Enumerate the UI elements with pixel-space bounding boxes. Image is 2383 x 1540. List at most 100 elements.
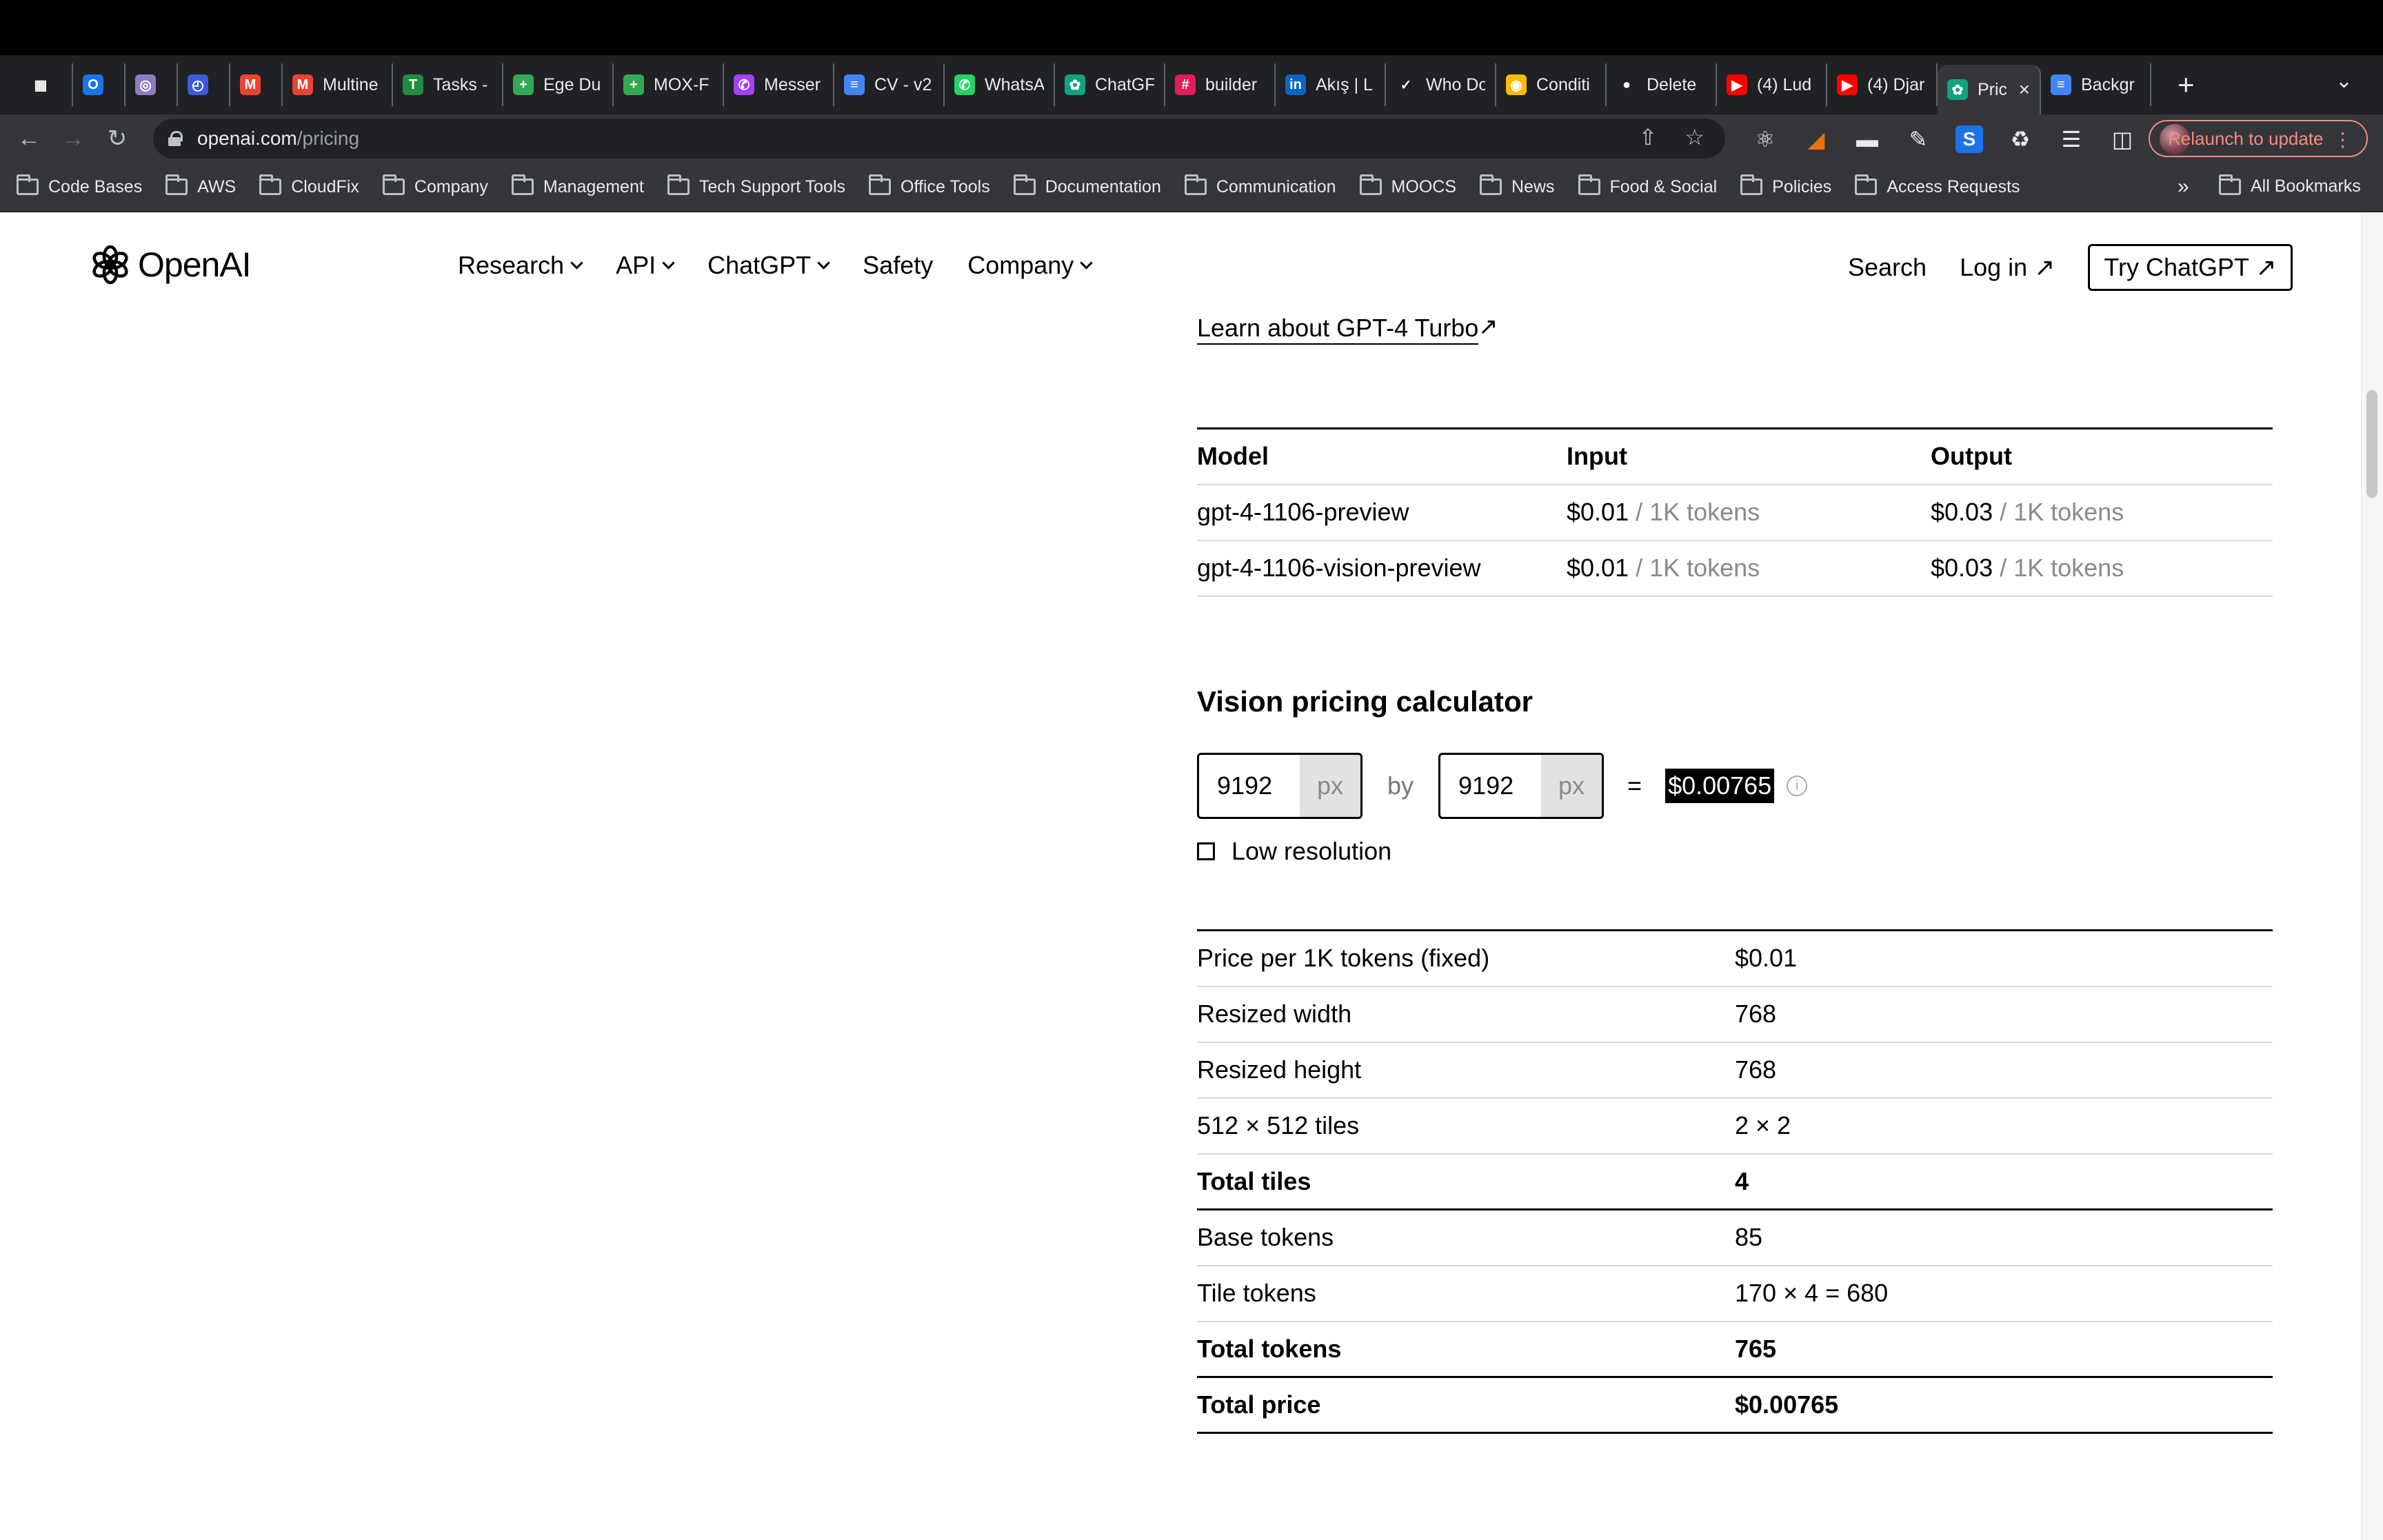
bookmark-label: MOOCS [1391, 176, 1456, 196]
bookmark-folder[interactable]: Food & Social [1578, 174, 1717, 197]
close-tab-icon[interactable]: × [2019, 79, 2030, 101]
info-icon[interactable]: i [1787, 776, 1808, 796]
browser-tab[interactable]: # builder [1165, 63, 1276, 106]
bookmark-folder[interactable]: MOOCS [1359, 174, 1456, 197]
tab-label: Multine [323, 74, 379, 94]
browser-tab[interactable]: T Tasks - [393, 63, 503, 106]
tab-label: CV - v2 [874, 74, 932, 94]
browser-tab[interactable]: ● Delete [1607, 63, 1717, 106]
bookmark-folder[interactable]: Communication [1184, 174, 1336, 197]
menu-safety[interactable]: Safety [863, 251, 933, 280]
github-icon: ● [1622, 77, 1631, 92]
browser-tab[interactable]: O [73, 63, 125, 106]
height-field[interactable]: 9192 px [1438, 753, 1605, 819]
width-field[interactable]: 9192 px [1197, 753, 1363, 819]
menu-api[interactable]: API [616, 251, 675, 280]
bookmark-folder[interactable]: CloudFix [259, 174, 359, 197]
bookmarks-overflow-button[interactable]: » [2178, 175, 2189, 199]
height-input[interactable]: 9192 [1440, 755, 1541, 817]
extension-s-icon[interactable]: S [1955, 125, 1983, 153]
address-bar[interactable]: openai.com/pricing ⇧ ☆ [153, 119, 1725, 159]
bookmark-folder[interactable]: Office Tools [869, 174, 990, 197]
bookmark-folder[interactable]: Tech Support Tools [667, 174, 845, 197]
share-icon[interactable]: ⇧ [1639, 124, 1658, 150]
browser-tab[interactable]: + Ege Du [503, 63, 614, 106]
lock-icon[interactable] [168, 131, 183, 146]
browser-tab[interactable]: ▶ (4) Lud [1717, 63, 1827, 106]
browser-tab[interactable]: + MOX-F [614, 63, 724, 106]
browser-tab[interactable]: ▦ [21, 63, 73, 106]
external-arrow-icon: ↗ [1478, 314, 1498, 340]
react-devtools-icon[interactable]: ⚛ [1751, 125, 1779, 153]
height-unit: px [1541, 755, 1602, 817]
extensions-puzzle-icon[interactable]: ♻ [2007, 125, 2034, 153]
docs-icon: ≡ [844, 74, 865, 95]
browser-tab[interactable]: ≡ CV - v2 [834, 63, 945, 106]
width-input[interactable]: 9192 [1199, 755, 1300, 817]
bookmark-folder[interactable]: Code Bases [17, 174, 142, 197]
relaunch-button[interactable]: Relaunch to update ⋮ [2149, 120, 2368, 157]
folder-icon [17, 174, 39, 195]
bookmark-folder[interactable]: AWS [165, 174, 236, 197]
side-panel-icon[interactable]: ◫ [2109, 125, 2136, 153]
header-output: Output [1931, 428, 2273, 485]
browser-tab[interactable]: M [230, 63, 283, 106]
page-scrollbar[interactable] [2361, 212, 2383, 1540]
menu-company[interactable]: Company [967, 251, 1093, 280]
back-arrow-icon[interactable]: ← [7, 125, 51, 152]
browser-tab[interactable]: M Multine [283, 63, 393, 106]
folder-icon [1184, 174, 1207, 195]
outlook-icon: O [83, 74, 103, 95]
logo-text: OpenAI [138, 245, 252, 284]
all-bookmarks-button[interactable]: All Bookmarks [2219, 174, 2361, 196]
color-picker-icon[interactable]: ✎ [1904, 125, 1932, 153]
model-pricing-table: Model Input Output gpt-4-1106-preview $0… [1197, 427, 2273, 597]
tab-search-chevron-icon[interactable]: ⌄ [2335, 69, 2353, 93]
reading-list-icon[interactable]: ☰ [2058, 125, 2085, 153]
try-chatgpt-button[interactable]: Try ChatGPT ↗ [2088, 244, 2293, 291]
gmail-icon: M [292, 74, 313, 95]
tab-active[interactable]: ✿ Pric × [1938, 65, 2041, 114]
login-link[interactable]: Log in ↗ [1960, 253, 2055, 282]
forward-arrow-icon[interactable]: → [51, 125, 95, 152]
browser-tab[interactable]: ≡ Backgr [2041, 63, 2151, 106]
search-link[interactable]: Search [1848, 253, 1927, 282]
browser-tab[interactable]: ◉ Conditi [1496, 63, 1607, 106]
bookmark-folder[interactable]: News [1480, 174, 1555, 197]
bookmark-star-icon[interactable]: ☆ [1685, 124, 1705, 150]
browser-tab[interactable]: ✆ Messer [724, 63, 834, 106]
menu-research[interactable]: Research [458, 251, 583, 280]
slack-icon: # [1175, 74, 1196, 95]
table-row: gpt-4-1106-vision-preview $0.01 / 1K tok… [1197, 540, 2273, 597]
menu-chatgpt[interactable]: ChatGPT [707, 251, 830, 280]
folder-icon [869, 174, 891, 195]
new-tab-button[interactable]: + [2178, 68, 2195, 101]
reload-icon[interactable]: ↻ [95, 125, 139, 152]
browser-tab[interactable]: ✿ ChatGF [1055, 63, 1165, 106]
calculation-breakdown-table: Price per 1K tokens (fixed) $0.01 Resized … [1197, 929, 2273, 1434]
breakdown-value: 170 × 4 = 680 [1735, 1265, 2273, 1322]
browser-tab[interactable]: in Akış | L [1276, 63, 1386, 106]
more-vert-icon[interactable]: ⋮ [2333, 128, 2353, 151]
width-unit: px [1300, 755, 1360, 817]
openai-logo[interactable]: OpenAI [88, 243, 252, 287]
browser-tab[interactable]: ▶ (4) Djar [1827, 63, 1938, 106]
browser-tab[interactable]: ✓ Who Do [1386, 63, 1496, 106]
chevron-down-icon [570, 256, 583, 270]
bookmark-folder[interactable]: Documentation [1013, 174, 1161, 197]
browser-tab[interactable]: ✆ WhatsA [945, 63, 1055, 106]
bookmark-folder[interactable]: Access Requests [1855, 174, 2020, 197]
learn-gpt4-turbo-link[interactable]: Learn about GPT-4 Turbo [1197, 313, 1479, 345]
bookmark-folder[interactable]: Policies [1740, 174, 1831, 197]
extension-dark-icon[interactable]: ▬ [1853, 125, 1881, 153]
browser-tab[interactable]: ◎ [125, 63, 178, 106]
main-menu: Research API ChatGPT Safety Company [458, 251, 1093, 280]
bookmark-folder[interactable]: Company [382, 174, 488, 197]
extension-orange-icon[interactable]: ◢ [1802, 125, 1830, 153]
scrollbar-thumb[interactable] [2366, 390, 2377, 498]
bookmark-folder[interactable]: Management [511, 174, 644, 197]
low-resolution-checkbox[interactable] [1197, 842, 1215, 860]
breakdown-row: Resized width 768 [1197, 986, 2273, 1043]
low-resolution-option[interactable]: Low resolution [1197, 837, 1391, 866]
browser-tab[interactable]: ◴ [178, 63, 230, 106]
